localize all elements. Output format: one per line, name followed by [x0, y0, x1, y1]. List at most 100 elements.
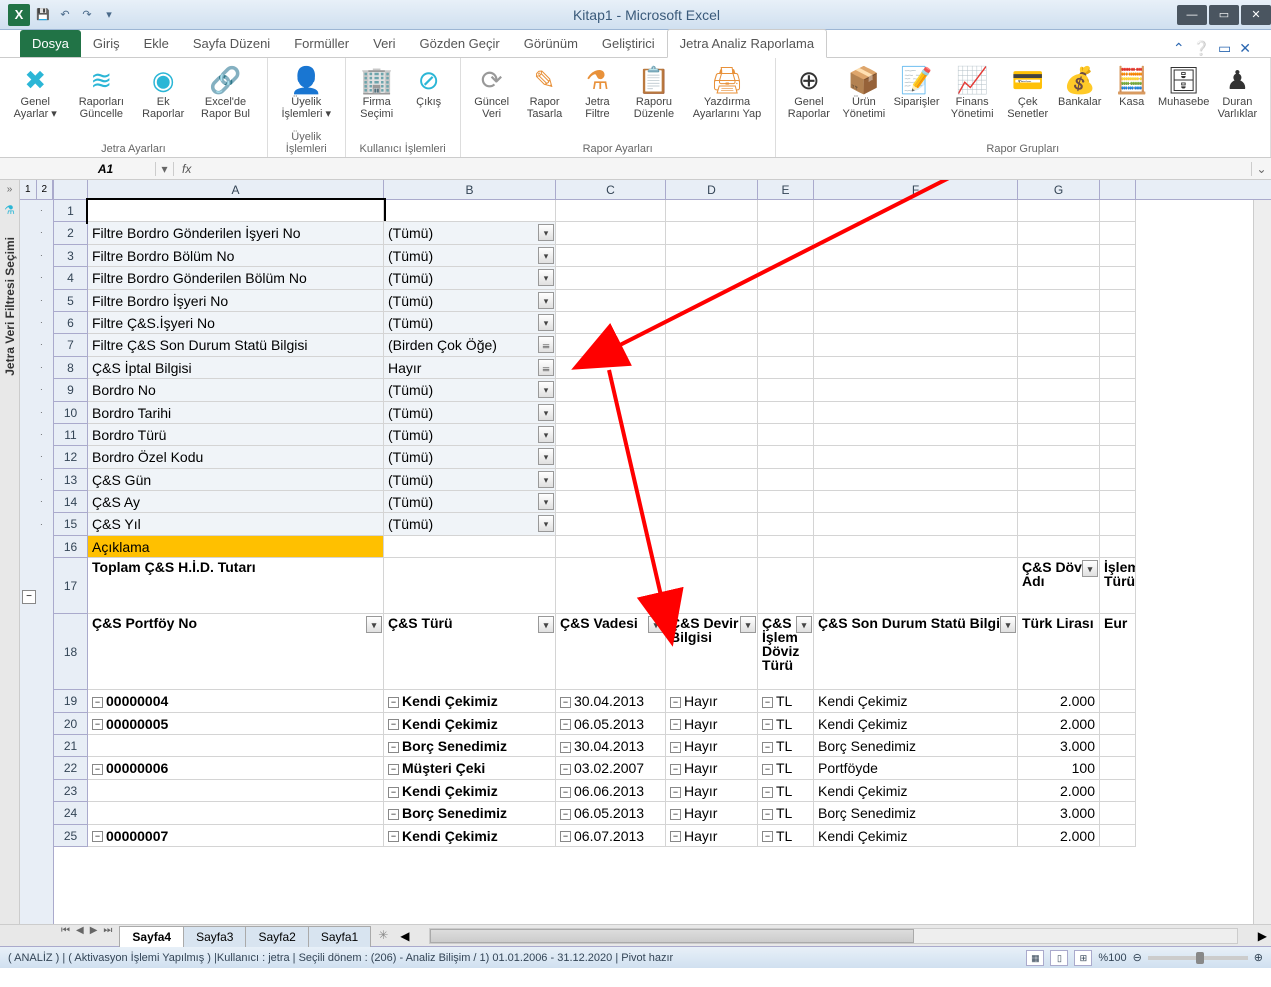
cell[interactable]: −TL	[758, 780, 814, 802]
formula-bar-expand[interactable]: ⌄	[1251, 162, 1271, 176]
row-header[interactable]: 14	[54, 491, 88, 513]
cell[interactable]	[814, 491, 1018, 513]
sheet-next-icon[interactable]: ▶	[87, 925, 101, 946]
save-icon[interactable]: 💾	[34, 6, 52, 24]
pivot-column-header[interactable]: Ç&S Türü▾	[384, 614, 556, 690]
cell[interactable]	[556, 267, 666, 289]
row-header[interactable]: 3	[54, 245, 88, 267]
cell[interactable]: Borç Senedimiz	[814, 802, 1018, 824]
cell[interactable]	[384, 200, 556, 222]
collapse-button[interactable]: −	[670, 719, 681, 730]
cell[interactable]	[556, 402, 666, 424]
restore-workbook-icon[interactable]: ▭	[1218, 40, 1231, 57]
collapse-button[interactable]: −	[560, 831, 571, 842]
filter-dropdown-button[interactable]: ▾	[740, 616, 756, 633]
cell[interactable]: −Kendi Çekimiz	[384, 780, 556, 802]
zoom-out-button[interactable]: ⊖	[1133, 951, 1142, 964]
cell[interactable]	[666, 357, 758, 379]
ribbon-button[interactable]: 📦Ürün Yönetimi	[838, 62, 889, 141]
collapse-button[interactable]: −	[762, 787, 773, 798]
cell[interactable]: −30.04.2013	[556, 690, 666, 712]
cell[interactable]: Açıklama	[88, 536, 384, 558]
cell[interactable]	[758, 536, 814, 558]
cell[interactable]	[384, 558, 556, 614]
cell[interactable]	[814, 290, 1018, 312]
cell[interactable]	[1100, 402, 1136, 424]
ribbon-button[interactable]: ⊘Çıkış	[404, 62, 454, 141]
row-header[interactable]: 6	[54, 312, 88, 334]
cell[interactable]	[1100, 713, 1136, 735]
tab-gelistirici[interactable]: Geliştirici	[590, 30, 667, 57]
cell[interactable]	[1100, 491, 1136, 513]
qat-dropdown-icon[interactable]: ▾	[100, 6, 118, 24]
name-box-dropdown[interactable]: ▾	[156, 162, 174, 176]
cell[interactable]: Hayır𝍢	[384, 357, 556, 379]
cell[interactable]: Kendi Çekimiz	[814, 780, 1018, 802]
cell[interactable]	[666, 513, 758, 535]
filter-dropdown-button[interactable]: ▾	[538, 292, 554, 309]
col-header-A[interactable]: A	[88, 180, 384, 199]
row-header[interactable]: 4	[54, 267, 88, 289]
cell[interactable]	[758, 424, 814, 446]
close-button[interactable]: ✕	[1241, 5, 1271, 25]
cell[interactable]: (Tümü)▾	[384, 290, 556, 312]
cell[interactable]	[1100, 290, 1136, 312]
tab-sayfa-duzeni[interactable]: Sayfa Düzeni	[181, 30, 282, 57]
row-header[interactable]: 16	[54, 536, 88, 558]
cell[interactable]: 3.000	[1018, 735, 1100, 757]
pivot-column-header[interactable]: Ç&S Portföy No▾	[88, 614, 384, 690]
cell[interactable]	[556, 424, 666, 446]
ribbon-button[interactable]: ⚗Jetra Filtre	[572, 62, 622, 141]
cell[interactable]	[1100, 825, 1136, 847]
cell[interactable]: −00000005	[88, 713, 384, 735]
cell[interactable]	[1100, 536, 1136, 558]
row-header[interactable]: 12	[54, 446, 88, 468]
cell[interactable]: Ç&S Ay	[88, 491, 384, 513]
cell[interactable]	[666, 379, 758, 401]
help-icon[interactable]: ❔	[1193, 40, 1210, 57]
ribbon-button[interactable]: ≋Raporları Güncelle	[66, 62, 136, 141]
ribbon-button[interactable]: 📝Siparişler	[892, 62, 942, 141]
cell[interactable]: −00000006	[88, 757, 384, 779]
collapse-button[interactable]: −	[388, 809, 399, 820]
cell[interactable]	[666, 200, 758, 222]
cell[interactable]: −Hayır	[666, 802, 758, 824]
row-header[interactable]: 9	[54, 379, 88, 401]
collapse-button[interactable]: −	[670, 697, 681, 708]
cell[interactable]: −TL	[758, 825, 814, 847]
tab-gozden-gecir[interactable]: Gözden Geçir	[408, 30, 512, 57]
filter-dropdown-button[interactable]: ▾	[538, 471, 554, 488]
cell[interactable]: Kendi Çekimiz	[814, 713, 1018, 735]
filter-dropdown-button[interactable]: ▾	[366, 616, 382, 633]
ribbon-button[interactable]: 🏢Firma Seçimi	[352, 62, 402, 141]
cell[interactable]	[1100, 222, 1136, 244]
cell[interactable]: Ç&S Yıl	[88, 513, 384, 535]
cell[interactable]: Filtre Bordro Bölüm No	[88, 245, 384, 267]
filter-dropdown-button[interactable]: 𝍢	[538, 359, 554, 376]
view-page-layout-icon[interactable]: ▯	[1050, 950, 1068, 966]
collapse-button[interactable]: −	[388, 787, 399, 798]
fx-label[interactable]: fx	[174, 162, 199, 176]
collapse-button[interactable]: −	[670, 764, 681, 775]
cell[interactable]	[666, 312, 758, 334]
filter-dropdown-button[interactable]: ▾	[538, 426, 554, 443]
cell[interactable]: (Tümü)▾	[384, 245, 556, 267]
cell[interactable]	[666, 290, 758, 312]
cell[interactable]	[1100, 757, 1136, 779]
cell[interactable]	[758, 379, 814, 401]
row-header[interactable]: 13	[54, 469, 88, 491]
new-sheet-button[interactable]: ✳	[370, 925, 396, 946]
cell[interactable]: −06.05.2013	[556, 713, 666, 735]
zoom-slider[interactable]	[1148, 956, 1248, 960]
horizontal-scrollbar[interactable]: ◀ ▶	[396, 925, 1271, 946]
cell[interactable]	[1100, 267, 1136, 289]
cell[interactable]	[1100, 469, 1136, 491]
row-header[interactable]: 1	[54, 200, 88, 222]
cell[interactable]	[1018, 402, 1100, 424]
cell[interactable]: −Hayır	[666, 713, 758, 735]
cell[interactable]	[666, 424, 758, 446]
cell[interactable]	[758, 357, 814, 379]
cell[interactable]	[1100, 379, 1136, 401]
tab-jetra-analiz[interactable]: Jetra Analiz Raporlama	[667, 29, 827, 58]
cell[interactable]: Kendi Çekimiz	[814, 825, 1018, 847]
